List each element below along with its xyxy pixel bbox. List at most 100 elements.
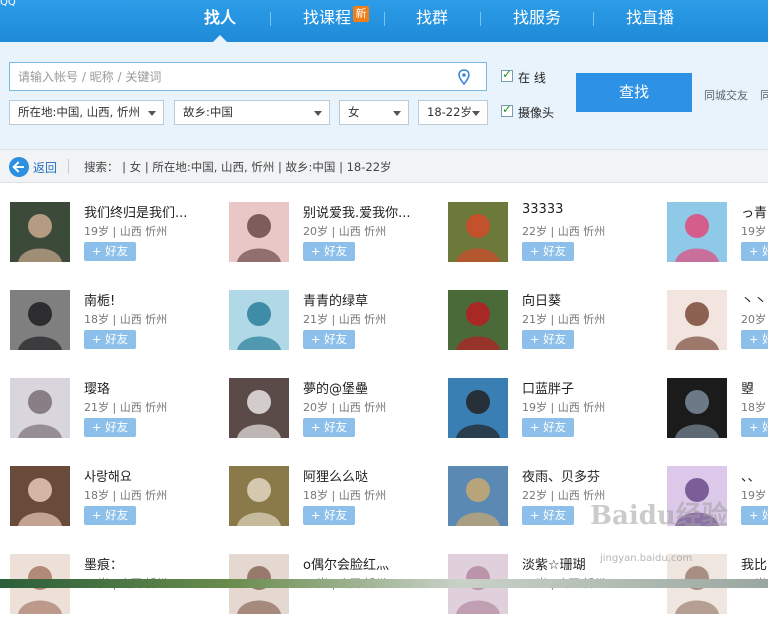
chevron-down-icon <box>314 111 322 116</box>
user-nickname[interactable]: 我比 <box>741 554 767 573</box>
filter-bar: 返回 搜索： | 女 | 所在地:中国, 山西, 忻州 | 故乡:中国 | 18… <box>0 149 768 183</box>
user-nickname[interactable]: 淡紫☆珊瑚 <box>522 554 586 573</box>
add-friend-button[interactable]: + 好友 <box>522 506 574 525</box>
user-age-location: 20岁 <box>741 313 766 326</box>
user-nickname[interactable]: 墨痕： <box>84 554 123 573</box>
result-card[interactable]: 我比21岁 <box>667 554 768 624</box>
add-friend-button[interactable]: + 好友 <box>303 418 355 437</box>
camera-checkbox[interactable] <box>501 102 513 117</box>
add-friend-button[interactable]: + 好友 <box>303 242 355 261</box>
avatar[interactable] <box>229 378 289 438</box>
nav-divider <box>270 12 271 26</box>
result-card[interactable]: 别说爱我.爱我你... 20岁 | 山西 忻州 + 好友 <box>229 202 439 272</box>
user-nickname[interactable]: 口蓝胖子 <box>522 378 574 397</box>
location-pin-icon[interactable] <box>457 69 471 85</box>
result-card[interactable]: 사랑해요 18岁 | 山西 忻州 + 好友 <box>10 466 220 536</box>
result-card[interactable]: 墨痕：19岁 | 山西 忻州 <box>10 554 220 624</box>
avatar[interactable] <box>667 202 727 262</box>
tab-find-people[interactable]: 找人 <box>204 0 236 42</box>
result-card[interactable]: 33333 22岁 | 山西 忻州 + 好友 <box>448 202 658 272</box>
app-logo: QQ <box>0 0 16 6</box>
avatar[interactable] <box>229 466 289 526</box>
result-card[interactable]: 向日葵 21岁 | 山西 忻州 + 好友 <box>448 290 658 360</box>
avatar[interactable] <box>10 466 70 526</box>
add-friend-button[interactable]: + 好友 <box>303 506 355 525</box>
result-card[interactable]: 曌 18岁 + 好友 <box>667 378 768 448</box>
result-card[interactable]: 口蓝胖子 19岁 | 山西 忻州 + 好友 <box>448 378 658 448</box>
chevron-down-icon <box>472 111 480 116</box>
user-nickname[interactable]: o偶尔会脸红灬 <box>303 554 389 573</box>
gender-select[interactable]: 女 <box>339 100 409 125</box>
divider <box>68 159 69 174</box>
result-card[interactable]: 淡紫☆珊瑚19岁 | 山西 忻州 <box>448 554 658 624</box>
online-checkbox[interactable] <box>501 67 513 82</box>
age-select[interactable]: 18-22岁 <box>418 100 488 125</box>
result-card[interactable]: 南栀! 18岁 | 山西 忻州 + 好友 <box>10 290 220 360</box>
avatar[interactable] <box>448 378 508 438</box>
user-nickname[interactable]: 我们终归是我们... <box>84 202 187 221</box>
avatar[interactable] <box>10 378 70 438</box>
avatar[interactable] <box>229 202 289 262</box>
avatar[interactable] <box>229 290 289 350</box>
same-city-link[interactable]: 同城交友 <box>704 87 748 103</box>
result-card[interactable]: っ青 19岁 + 好友 <box>667 202 768 272</box>
user-nickname[interactable]: 南栀! <box>84 290 115 309</box>
result-card[interactable]: 阿狸么么哒 18岁 | 山西 忻州 + 好友 <box>229 466 439 536</box>
avatar[interactable] <box>667 290 727 350</box>
user-nickname[interactable]: 33333 <box>522 202 563 217</box>
top-navigation: QQ 找人 找课程新 找群 找服务 找直播 <box>0 0 768 42</box>
user-nickname[interactable]: 사랑해요 <box>84 466 132 485</box>
search-criteria-summary: 搜索： | 女 | 所在地:中国, 山西, 忻州 | 故乡:中国 | 18-22… <box>84 160 392 174</box>
result-card[interactable]: 我们终归是我们... 19岁 | 山西 忻州 + 好友 <box>10 202 220 272</box>
add-friend-button[interactable]: + 好友 <box>84 242 136 261</box>
result-card[interactable]: 璎珞 21岁 | 山西 忻州 + 好友 <box>10 378 220 448</box>
user-nickname[interactable]: 别说爱我.爱我你... <box>303 202 411 221</box>
add-friend-button[interactable]: + 好友 <box>522 242 574 261</box>
find-button[interactable]: 查找 <box>576 73 692 112</box>
result-card[interactable]: 青青的绿草 21岁 | 山西 忻州 + 好友 <box>229 290 439 360</box>
tab-find-groups[interactable]: 找群 <box>416 0 448 42</box>
add-friend-button[interactable]: + 好友 <box>522 330 574 349</box>
result-card[interactable]: 夢的@堡壘 20岁 | 山西 忻州 + 好友 <box>229 378 439 448</box>
result-card[interactable]: o偶尔会脸红灬18岁 | 山西 忻州 <box>229 554 439 624</box>
more-link[interactable]: 同 <box>760 87 768 103</box>
back-link[interactable]: 返回 <box>33 159 57 176</box>
add-friend-button[interactable]: + 好友 <box>303 330 355 349</box>
avatar[interactable] <box>448 290 508 350</box>
user-nickname[interactable]: 阿狸么么哒 <box>303 466 368 485</box>
tab-find-live-label: 找直播 <box>626 8 675 27</box>
add-friend-button[interactable]: + 好友 <box>84 506 136 525</box>
user-nickname[interactable]: 曌 <box>741 378 754 397</box>
user-nickname[interactable]: 夜雨、贝多芬 <box>522 466 600 485</box>
nav-divider <box>384 12 385 26</box>
add-friend-button[interactable]: + 好友 <box>741 330 768 349</box>
user-nickname[interactable]: 青青的绿草 <box>303 290 368 309</box>
online-label: 在 线 <box>518 71 546 85</box>
back-arrow-icon[interactable] <box>9 157 29 177</box>
avatar[interactable] <box>667 378 727 438</box>
keyword-search-input[interactable] <box>9 62 487 91</box>
add-friend-button[interactable]: + 好友 <box>741 418 768 437</box>
user-nickname[interactable]: 、、 <box>741 466 761 485</box>
tab-find-live[interactable]: 找直播 <box>626 0 674 42</box>
add-friend-button[interactable]: + 好友 <box>522 418 574 437</box>
add-friend-button[interactable]: + 好友 <box>84 418 136 437</box>
tab-find-services[interactable]: 找服务 <box>513 0 561 42</box>
user-nickname[interactable]: 丶丶 <box>741 290 767 309</box>
add-friend-button[interactable]: + 好友 <box>741 506 768 525</box>
taskbar-strip <box>0 579 768 588</box>
add-friend-button[interactable]: + 好友 <box>84 330 136 349</box>
user-nickname[interactable]: 璎珞 <box>84 378 110 397</box>
avatar[interactable] <box>448 466 508 526</box>
avatar[interactable] <box>10 290 70 350</box>
location-select[interactable]: 所在地:中国, 山西, 忻州 <box>9 100 164 125</box>
avatar[interactable] <box>10 202 70 262</box>
tab-find-courses[interactable]: 找课程新 <box>303 0 370 42</box>
avatar[interactable] <box>448 202 508 262</box>
hometown-select[interactable]: 故乡:中国 <box>174 100 330 125</box>
user-nickname[interactable]: 向日葵 <box>522 290 561 309</box>
add-friend-button[interactable]: + 好友 <box>741 242 768 261</box>
user-nickname[interactable]: 夢的@堡壘 <box>303 378 368 397</box>
result-card[interactable]: 丶丶 20岁 + 好友 <box>667 290 768 360</box>
user-nickname[interactable]: っ青 <box>741 202 767 221</box>
